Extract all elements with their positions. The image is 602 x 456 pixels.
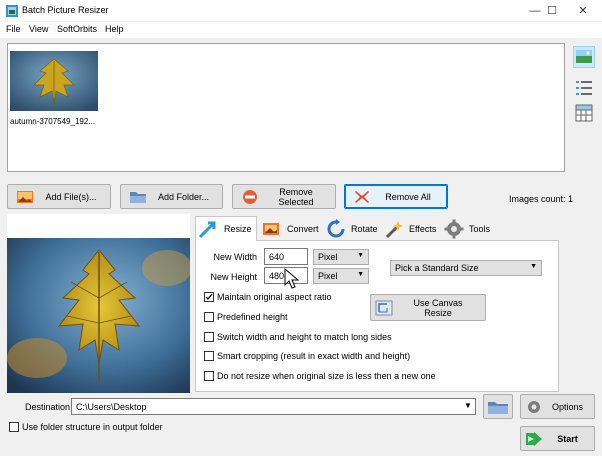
remove-all-label: Remove All — [385, 191, 431, 202]
option-label: Use folder structure in output folder — [22, 422, 163, 432]
height-unit-select[interactable]: Pixel ▼ — [313, 268, 369, 284]
start-label: Start — [557, 433, 578, 444]
tab-effects[interactable]: Effects — [381, 218, 439, 240]
chevron-down-icon: ▼ — [530, 263, 537, 270]
gear-icon — [528, 400, 540, 413]
width-unit-select[interactable]: Pixel ▼ — [313, 249, 369, 265]
chevron-down-icon[interactable]: ▼ — [464, 401, 472, 410]
close-icon — [355, 190, 369, 203]
new-width-label: New Width — [213, 252, 257, 262]
option-switch-sides[interactable]: Switch width and height to match long si… — [204, 332, 392, 342]
thumbnail-label: autumn-3707549_192... — [10, 117, 95, 126]
remove-all-button[interactable]: Remove All — [344, 184, 448, 209]
options-label: Options — [551, 401, 584, 412]
new-width-input[interactable]: 640 — [264, 248, 308, 265]
add-image-icon — [17, 190, 33, 203]
height-unit-value: Pixel — [318, 271, 338, 281]
add-folder-button[interactable]: Add Folder... — [120, 184, 223, 209]
canvas-icon — [375, 300, 393, 315]
tab-resize[interactable]: Resize — [195, 216, 257, 241]
checkbox[interactable] — [9, 422, 19, 432]
option-folder-structure[interactable]: Use folder structure in output folder — [9, 422, 163, 432]
start-arrow-icon — [526, 431, 542, 446]
app-icon — [6, 5, 18, 17]
standard-size-value: Pick a Standard Size — [395, 263, 479, 273]
remove-selected-button[interactable]: Remove Selected — [232, 184, 336, 209]
thumbnails-view-icon[interactable] — [573, 46, 595, 68]
add-folder-label: Add Folder... — [157, 191, 210, 202]
standard-size-select[interactable]: Pick a Standard Size ▼ — [390, 260, 542, 276]
folder-icon — [130, 191, 146, 203]
images-count: Images count: 1 — [509, 194, 574, 204]
option-label: Switch width and height to match long si… — [217, 332, 392, 342]
add-files-label: Add File(s)... — [45, 191, 97, 202]
option-label: Do not resize when original size is less… — [217, 371, 436, 381]
remove-icon — [243, 189, 257, 204]
menu-file[interactable]: File — [6, 24, 21, 34]
remove-selected-label: Remove Selected — [278, 186, 314, 207]
option-predefined-height[interactable]: Predefined height — [204, 312, 288, 322]
checkbox[interactable] — [204, 351, 214, 361]
checkbox[interactable] — [204, 371, 214, 381]
browse-folder-button[interactable] — [483, 394, 513, 419]
destination-value: C:\Users\Desktop — [76, 402, 147, 412]
new-height-label: New Height — [210, 272, 257, 282]
checkmark-icon — [205, 293, 213, 301]
option-maintain-aspect[interactable]: Maintain original aspect ratio — [204, 292, 332, 302]
tab-effects-label: Effects — [409, 224, 437, 234]
start-button[interactable]: Start — [520, 426, 595, 451]
checkbox[interactable] — [204, 312, 214, 322]
canvas-resize-button[interactable]: Use Canvas Resize — [370, 294, 486, 321]
menu-softorbits[interactable]: SoftOrbits — [57, 24, 97, 34]
gear-icon — [444, 219, 464, 239]
folder-icon — [488, 401, 508, 414]
option-label: Predefined height — [217, 312, 288, 322]
tab-tools-label: Tools — [469, 224, 491, 234]
window-title: Batch Picture Resizer — [22, 5, 109, 15]
menu-view[interactable]: View — [29, 24, 48, 34]
table-view-icon[interactable] — [573, 102, 595, 124]
destination-label: Destination — [25, 402, 71, 412]
option-label: Smart cropping (result in exact width an… — [217, 351, 411, 361]
list-view-icon[interactable] — [573, 77, 595, 99]
option-smart-cropping[interactable]: Smart cropping (result in exact width an… — [204, 351, 410, 361]
chevron-down-icon: ▼ — [357, 271, 364, 278]
magic-wand-icon — [385, 221, 403, 239]
canvas-resize-label: Use Canvas Resize — [413, 297, 463, 318]
tab-convert-label: Convert — [287, 224, 319, 234]
preview-image — [7, 238, 190, 393]
image-thumbnail[interactable] — [10, 51, 98, 111]
chevron-down-icon: ▼ — [357, 252, 364, 259]
convert-icon — [263, 223, 279, 235]
checkbox[interactable] — [204, 332, 214, 342]
tab-tools[interactable]: Tools — [441, 218, 493, 240]
close-button[interactable]: ✕ — [566, 0, 600, 22]
checkbox[interactable] — [204, 292, 214, 302]
tab-rotate-label: Rotate — [351, 224, 378, 234]
add-files-button[interactable]: Add File(s)... — [7, 184, 111, 209]
tab-convert[interactable]: Convert — [259, 218, 321, 240]
resize-arrow-icon — [198, 221, 216, 239]
mouse-cursor-icon — [284, 268, 300, 289]
menu-help[interactable]: Help — [105, 24, 124, 34]
tab-resize-label: Resize — [224, 224, 252, 234]
destination-combobox[interactable]: C:\Users\Desktop — [71, 398, 476, 415]
option-no-upscale[interactable]: Do not resize when original size is less… — [204, 371, 436, 381]
options-button[interactable]: Options — [520, 394, 595, 419]
maximize-button[interactable]: ☐ — [535, 0, 569, 22]
option-label: Maintain original aspect ratio — [217, 292, 332, 302]
tab-rotate[interactable]: Rotate — [323, 218, 379, 240]
rotate-icon — [327, 219, 345, 238]
width-unit-value: Pixel — [318, 252, 338, 262]
